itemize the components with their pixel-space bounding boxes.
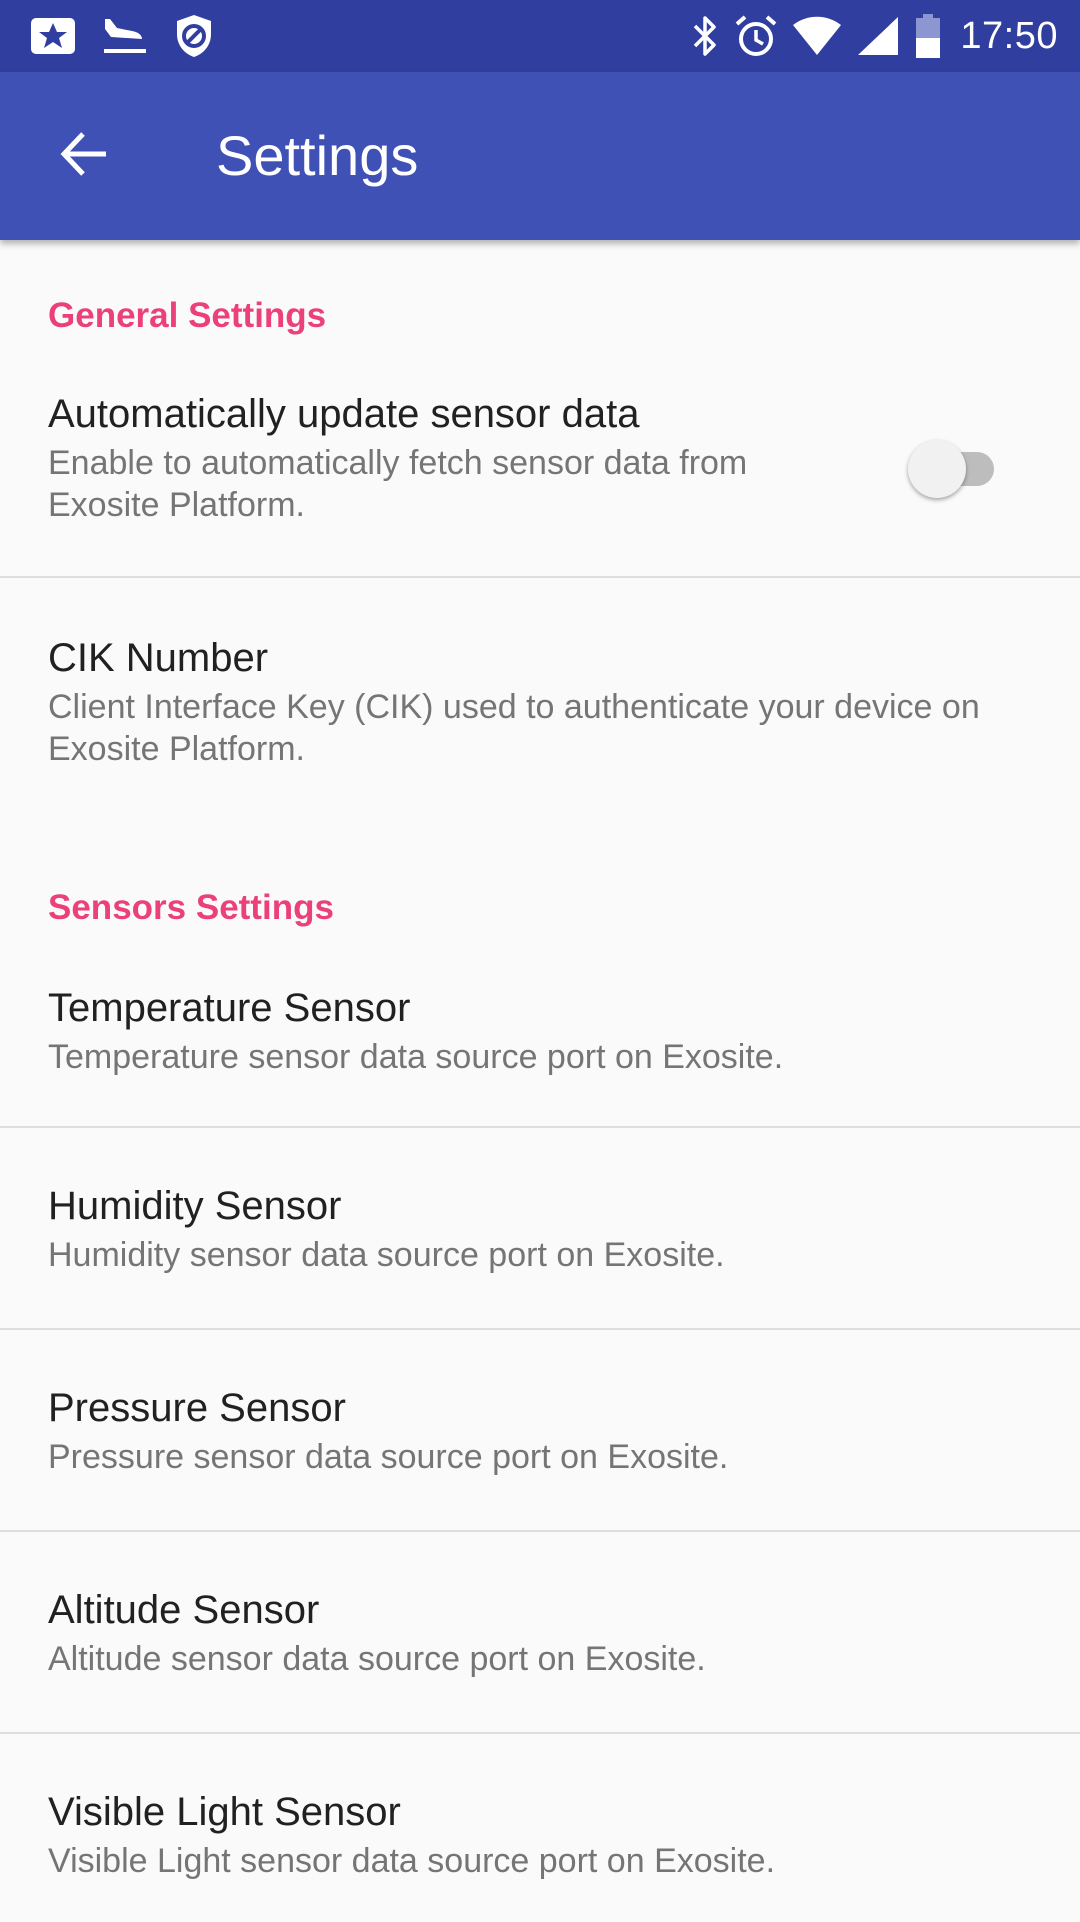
bluetooth-icon xyxy=(690,14,720,58)
pref-title: Humidity Sensor xyxy=(48,1184,342,1228)
page-title: Settings xyxy=(216,124,419,187)
status-time: 17:50 xyxy=(960,14,1058,57)
section-header-general: General Settings xyxy=(48,296,327,335)
cell-signal-icon xyxy=(856,15,900,57)
pref-title: Automatically update sensor data xyxy=(48,392,640,436)
pref-pressure-sensor[interactable]: Pressure Sensor Pressure sensor data sou… xyxy=(0,1330,1080,1530)
pref-summary: Humidity sensor data source port on Exos… xyxy=(48,1236,725,1274)
pref-summary: Visible Light sensor data source port on… xyxy=(48,1842,776,1880)
back-button[interactable] xyxy=(40,112,128,200)
notification-star-icon xyxy=(30,16,76,56)
airplane-landing-icon xyxy=(102,15,148,57)
pref-cik-number[interactable]: CIK Number Client Interface Key (CIK) us… xyxy=(0,578,1080,820)
wifi-icon xyxy=(792,16,842,56)
shield-block-icon xyxy=(174,13,214,59)
status-right-icons: 17:50 xyxy=(690,10,1058,62)
battery-icon xyxy=(914,13,942,59)
app-bar: Settings xyxy=(0,72,1080,240)
pref-visible-light-sensor[interactable]: Visible Light Sensor Visible Light senso… xyxy=(0,1734,1080,1922)
status-bar: 17:50 xyxy=(0,0,1080,72)
pref-title: Altitude Sensor xyxy=(48,1588,320,1632)
pref-title: Pressure Sensor xyxy=(48,1386,346,1430)
pref-summary: Pressure sensor data source port on Exos… xyxy=(48,1438,729,1476)
pref-title: Visible Light Sensor xyxy=(48,1790,401,1834)
pref-altitude-sensor[interactable]: Altitude Sensor Altitude sensor data sou… xyxy=(0,1532,1080,1732)
pref-humidity-sensor[interactable]: Humidity Sensor Humidity sensor data sou… xyxy=(0,1128,1080,1328)
arrow-back-icon xyxy=(58,128,110,185)
status-left-icons xyxy=(30,10,214,62)
pref-summary: Altitude sensor data source port on Exos… xyxy=(48,1640,706,1678)
pref-summary: Temperature sensor data source port on E… xyxy=(48,1038,784,1076)
auto-update-toggle[interactable] xyxy=(908,438,1000,498)
pref-auto-update[interactable]: Automatically update sensor data Enable … xyxy=(0,336,1080,576)
pref-temperature-sensor[interactable]: Temperature Sensor Temperature sensor da… xyxy=(0,928,1080,1126)
pref-summary: Client Interface Key (CIK) used to authe… xyxy=(48,688,980,768)
pref-title: Temperature Sensor xyxy=(48,986,411,1030)
alarm-icon xyxy=(734,14,778,58)
pref-summary: Enable to automatically fetch sensor dat… xyxy=(48,444,748,524)
section-header-sensors: Sensors Settings xyxy=(48,888,334,927)
toggle-thumb xyxy=(908,440,966,498)
pref-title: CIK Number xyxy=(48,636,269,680)
settings-list: General Settings Automatically update se… xyxy=(0,240,1080,1922)
